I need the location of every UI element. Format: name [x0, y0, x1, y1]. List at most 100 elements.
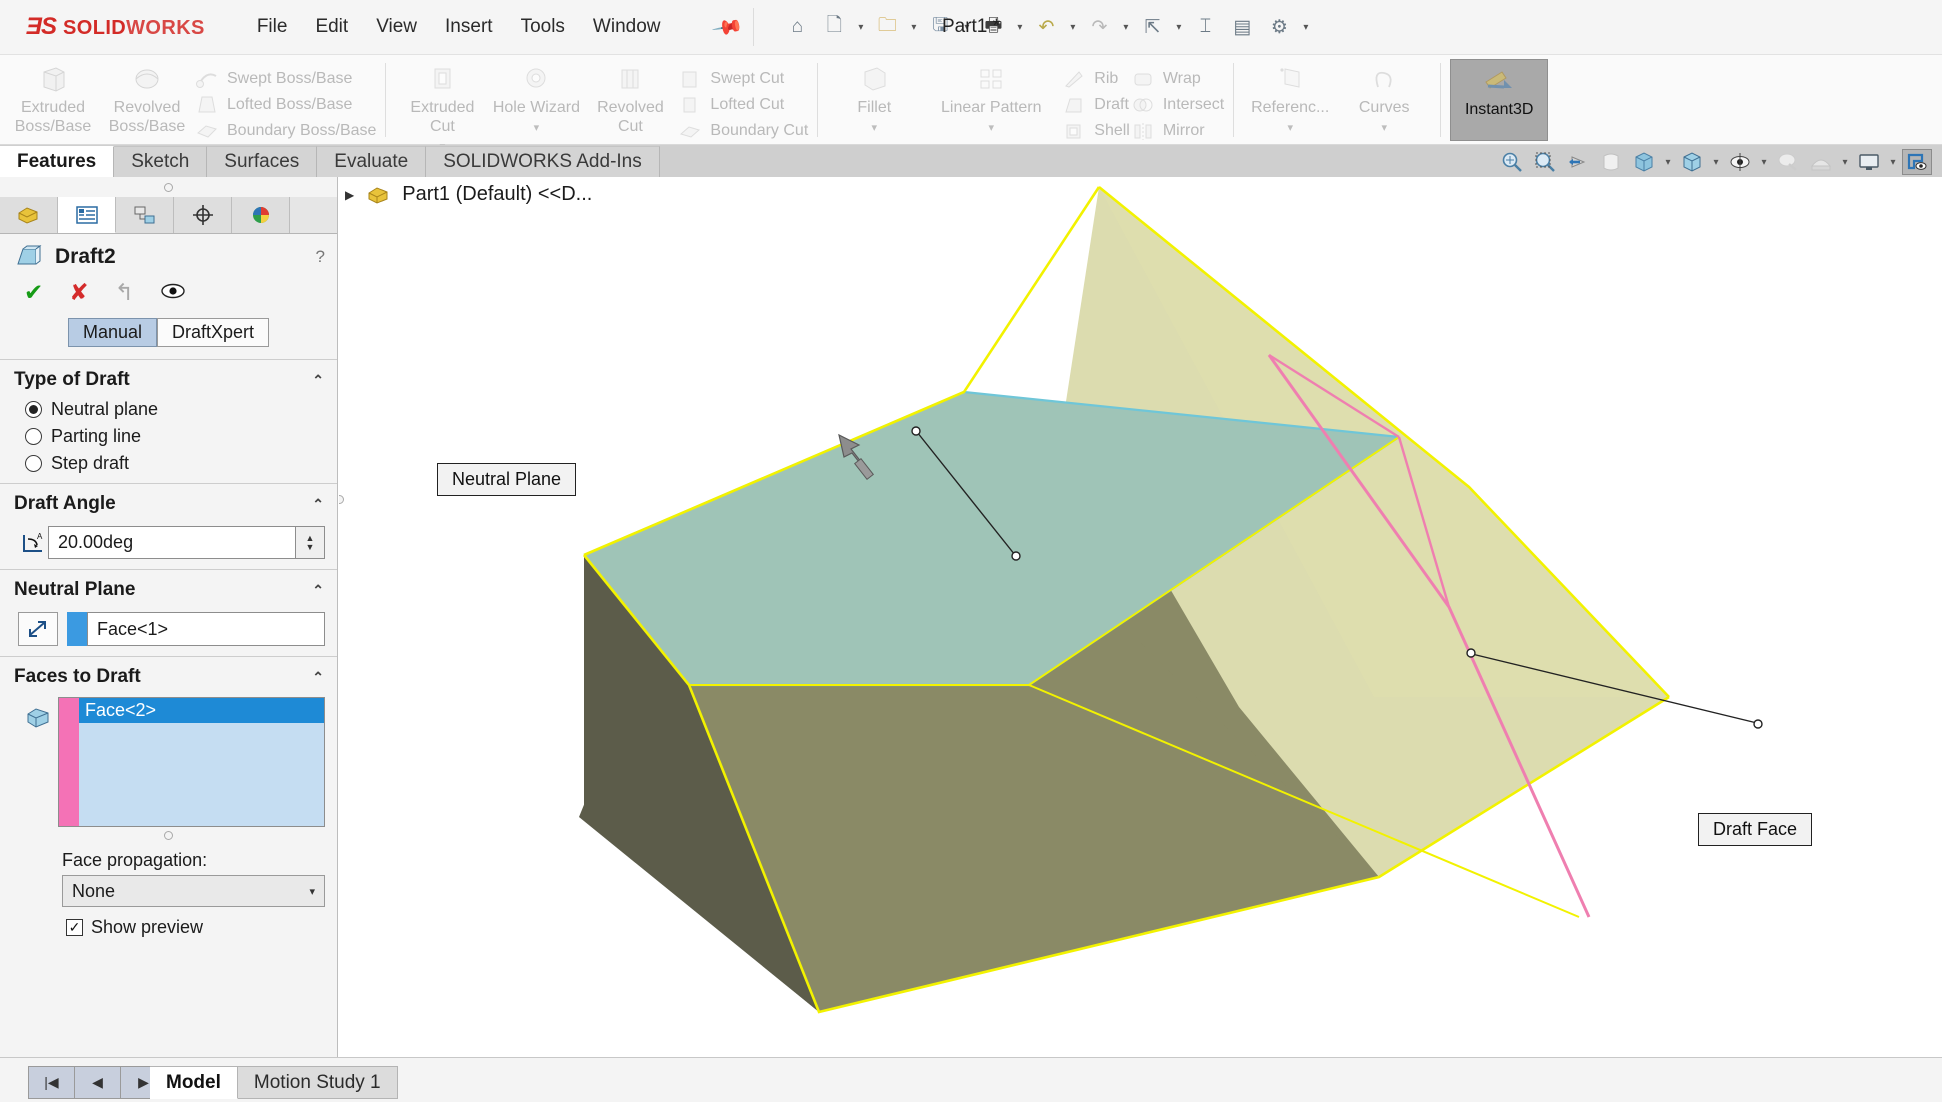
tab-features[interactable]: Features [0, 146, 115, 177]
ribbon-revolved-boss-base[interactable]: Revolved Boss/Base [100, 59, 194, 136]
graphics-viewport[interactable]: ▶ Part1 (Default) <<D... Neutral Plane D… [339, 177, 1942, 1057]
display-pane-icon[interactable] [1902, 149, 1932, 175]
show-preview-checkbox[interactable]: ✓ [66, 919, 83, 936]
display-style-icon[interactable] [1677, 149, 1707, 175]
section-view-icon[interactable] [1596, 149, 1626, 175]
ribbon-fillet-caret[interactable]: ▾ [872, 119, 878, 138]
faces-to-draft-listbox[interactable]: Face<2> [58, 697, 325, 827]
ribbon-rib[interactable]: Rib [1061, 66, 1130, 92]
chevron-up-icon[interactable]: ⌃ [312, 372, 324, 389]
list-item[interactable]: Face<2> [79, 698, 324, 723]
nav-first-button[interactable]: |◀ [28, 1066, 74, 1099]
face-propagation-select[interactable]: None ▾ [62, 875, 325, 907]
ribbon-shell[interactable]: Shell [1061, 118, 1130, 144]
ribbon-hole-wizard[interactable]: Hole Wizard ▾ [489, 59, 583, 138]
ribbon-revolved-cut[interactable]: Revolved Cut [583, 59, 677, 136]
ribbon-curves-caret[interactable]: ▾ [1381, 119, 1387, 138]
radio-parting-line-indicator [25, 428, 42, 445]
view-orientation-caret[interactable]: ▾ [1662, 157, 1674, 168]
show-preview-checkbox-row[interactable]: ✓ Show preview [0, 907, 337, 938]
ribbon-swept-cut[interactable]: Swept Cut [677, 66, 808, 92]
display-style-caret[interactable]: ▾ [1710, 157, 1722, 168]
ribbon-lofted-cut[interactable]: Lofted Cut [677, 92, 808, 118]
view-settings-caret[interactable]: ▾ [1887, 157, 1899, 168]
ribbon-linear-pattern-caret[interactable]: ▾ [989, 119, 995, 138]
panel-splitter-handle[interactable] [0, 177, 337, 197]
ribbon-lofted-boss-base[interactable]: Lofted Boss/Base [194, 92, 376, 118]
edit-appearance-icon[interactable] [1773, 149, 1803, 175]
ribbon-extruded-boss-base[interactable]: Extruded Boss/Base [6, 59, 100, 136]
tab-evaluate[interactable]: Evaluate [317, 146, 427, 177]
draft-angle-stepper[interactable]: ▲ ▼ [296, 526, 325, 559]
draft-angle-header[interactable]: Draft Angle ⌃ [0, 483, 337, 520]
zoom-to-fit-icon[interactable] [1497, 149, 1527, 175]
dimxpert-manager-tab[interactable] [174, 197, 232, 233]
feature-manager-tab[interactable] [0, 197, 58, 233]
ribbon-mirror[interactable]: Mirror [1130, 118, 1224, 144]
zoom-to-area-icon[interactable] [1530, 149, 1560, 175]
ribbon-boundary-cut[interactable]: Boundary Cut [677, 118, 808, 144]
neutral-plane-selection[interactable]: Face<1> [87, 612, 325, 646]
property-manager-tab[interactable] [58, 197, 116, 233]
display-manager-tab[interactable] [232, 197, 290, 233]
neutral-plane-callout[interactable]: Neutral Plane [437, 463, 577, 496]
tab-surfaces[interactable]: Surfaces [207, 146, 318, 177]
radio-neutral-plane[interactable]: Neutral plane [0, 396, 337, 423]
model-3d-render[interactable]: y z x [339, 177, 1942, 1057]
ribbon-swept-boss-base[interactable]: Swept Boss/Base [194, 66, 376, 92]
ribbon-fillet[interactable]: Fillet ▾ [827, 59, 921, 138]
ribbon-extruded-cut[interactable]: Extruded Cut ▾ [395, 59, 489, 157]
faces-to-draft-header[interactable]: Faces to Draft ⌃ [0, 656, 337, 693]
neutral-plane-row: Face<1> [0, 606, 337, 656]
tab-sketch[interactable]: Sketch [114, 146, 208, 177]
configuration-manager-tab[interactable] [116, 197, 174, 233]
listbox-resize-grip[interactable] [0, 827, 337, 840]
intersect-icon [1133, 98, 1153, 112]
ribbon-hole-wizard-caret[interactable]: ▾ [534, 119, 540, 138]
ribbon-intersect[interactable]: Intersect [1130, 92, 1224, 118]
help-icon[interactable]: ? [316, 247, 325, 267]
ribbon-revolved-cut-label: Revolved Cut [597, 99, 664, 135]
cancel-button[interactable]: ✘ [69, 279, 88, 306]
chevron-up-icon-4[interactable]: ⌃ [312, 669, 324, 686]
tab-solidworks-addins[interactable]: SOLIDWORKS Add-Ins [426, 146, 660, 177]
reverse-direction-icon[interactable] [18, 612, 58, 646]
ribbon-group-fillet-pattern: Fillet ▾ Linear Pattern ▾ Rib Draft Shel… [821, 59, 1230, 145]
chevron-up-icon-2[interactable]: ⌃ [312, 496, 324, 513]
draft-angle-input[interactable]: 20.00deg [48, 526, 296, 559]
previous-view-icon[interactable] [1563, 149, 1593, 175]
undo-button[interactable]: ↰ [115, 279, 134, 306]
view-settings-icon[interactable] [1854, 149, 1884, 175]
ribbon-reference-geometry[interactable]: Referenc... ▾ [1243, 59, 1337, 138]
apply-scene-icon[interactable] [1806, 149, 1836, 175]
radio-step-draft[interactable]: Step draft [0, 450, 337, 483]
stepper-down[interactable]: ▼ [306, 542, 315, 552]
ribbon-wrap[interactable]: Wrap [1130, 66, 1224, 92]
draftxpert-mode-button[interactable]: DraftXpert [157, 318, 270, 347]
ribbon-linear-pattern[interactable]: Linear Pattern ▾ [921, 59, 1061, 138]
neutral-plane-header[interactable]: Neutral Plane ⌃ [0, 569, 337, 606]
ribbon-reference-geometry-caret[interactable]: ▾ [1287, 119, 1293, 138]
draft-face-callout[interactable]: Draft Face [1698, 813, 1813, 846]
apply-scene-caret[interactable]: ▾ [1839, 157, 1851, 168]
chevron-up-icon-3[interactable]: ⌃ [312, 582, 324, 599]
hide-show-items-icon[interactable] [1725, 149, 1755, 175]
ribbon-draft[interactable]: Draft [1061, 92, 1130, 118]
ribbon-curves[interactable]: Curves ▾ [1337, 59, 1431, 138]
tab-model[interactable]: Model [150, 1066, 238, 1099]
view-orientation-icon[interactable] [1629, 149, 1659, 175]
tab-motion-study-1[interactable]: Motion Study 1 [237, 1066, 398, 1099]
chevron-down-icon[interactable]: ▾ [309, 885, 324, 898]
ribbon-boundary-boss-base[interactable]: Boundary Boss/Base [194, 118, 376, 144]
revolved-boss-icon [135, 69, 159, 89]
manual-mode-button[interactable]: Manual [67, 318, 157, 347]
radio-parting-line[interactable]: Parting line [0, 423, 337, 450]
faces-to-draft-list[interactable]: Face<2> [79, 698, 324, 826]
preview-eye-button[interactable] [160, 279, 186, 306]
ok-button[interactable]: ✔ [24, 279, 43, 306]
nav-prev-button[interactable]: ◀ [74, 1066, 120, 1099]
type-of-draft-header[interactable]: Type of Draft ⌃ [0, 359, 337, 396]
hide-show-items-caret[interactable]: ▾ [1758, 157, 1770, 168]
ribbon-instant3d-button[interactable]: Instant3D [1450, 59, 1549, 141]
type-of-draft-label: Type of Draft [14, 369, 130, 390]
